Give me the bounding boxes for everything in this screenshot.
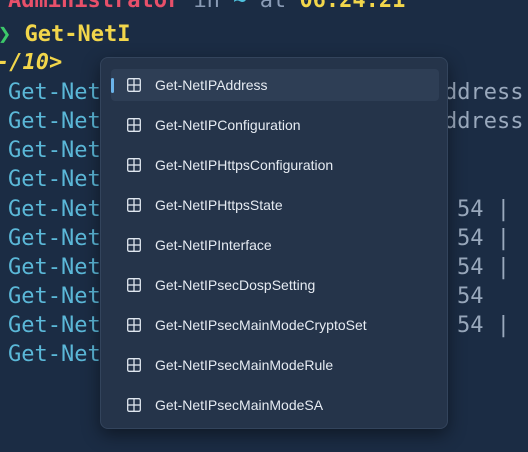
prompt-line: Administrator in ~ at 06:24:21 (8, 0, 405, 15)
function-icon (127, 158, 141, 172)
completion-item-label: Get-NetIPHttpsConfiguration (155, 157, 334, 173)
completion-popup: Get-NetIPAddress Get-NetIPConfiguration … (100, 57, 448, 429)
function-icon (127, 398, 141, 412)
completion-item[interactable]: Get-NetIPHttpsConfiguration (111, 149, 439, 181)
completion-item-label: Get-NetIPsecMainModeSA (155, 397, 324, 413)
prompt-directory: ~ (233, 0, 247, 13)
completion-item-label: Get-NetIPHttpsState (155, 197, 283, 213)
completion-item[interactable]: Get-NetIPsecDospSetting (111, 269, 439, 301)
command-line[interactable]: ❯ Get-NetI (0, 20, 130, 49)
output-row: Get-Net (8, 109, 101, 134)
output-row: Get-Net (8, 255, 101, 280)
selection-accent (111, 78, 114, 93)
completion-item-label: Get-NetIPInterface (155, 237, 272, 253)
completion-item[interactable]: Get-NetIPInterface (111, 229, 439, 261)
output-row: Get-Net (8, 167, 101, 192)
output-row: Get-Net (8, 313, 101, 338)
output-row: Get-Net (8, 138, 101, 163)
completion-item-label: Get-NetIPsecDospSetting (155, 277, 316, 293)
output-row-tail: 54 | (457, 255, 524, 280)
prompt-arrow-icon: ❯ (0, 22, 11, 47)
output-row-tail: 54 | (457, 197, 524, 222)
output-row-tail: ddress (444, 80, 524, 105)
completion-item-label: Get-NetIPAddress (155, 77, 268, 93)
output-row: Get-Net (8, 80, 101, 105)
output-row: Get-Net (8, 284, 101, 309)
prompt-time: 06:24:21 (299, 0, 406, 13)
function-icon (127, 318, 141, 332)
function-icon (127, 358, 141, 372)
function-icon (127, 278, 141, 292)
output-row-tail: 54 | (457, 313, 510, 338)
completion-count: -/10> (0, 50, 63, 75)
prompt-in: in (193, 0, 220, 13)
completion-item[interactable]: Get-NetIPsecMainModeSA (111, 389, 439, 421)
completion-item-label: Get-NetIPConfiguration (155, 117, 301, 133)
completion-item[interactable]: Get-NetIPHttpsState (111, 189, 439, 221)
output-row: Get-Net (8, 197, 101, 222)
output-row: Get-Net (8, 342, 101, 367)
function-icon (127, 78, 141, 92)
output-row-tail: 54 (457, 284, 484, 309)
completion-item-label: Get-NetIPsecMainModeCryptoSet (155, 317, 367, 333)
function-icon (127, 238, 141, 252)
command-input[interactable]: Get-NetI (25, 22, 131, 47)
output-row-tail: 54 | (457, 226, 524, 251)
function-icon (127, 118, 141, 132)
prompt-user: Administrator (8, 0, 181, 13)
output-row: Get-Net (8, 226, 101, 251)
prompt-at: at (259, 0, 287, 13)
completion-item[interactable]: Get-NetIPsecMainModeRule (111, 349, 439, 381)
completion-item[interactable]: Get-NetIPAddress (111, 69, 439, 101)
output-row-tail: ddress (444, 109, 524, 134)
completion-item[interactable]: Get-NetIPsecMainModeCryptoSet (111, 309, 439, 341)
completion-item[interactable]: Get-NetIPConfiguration (111, 109, 439, 141)
function-icon (127, 198, 141, 212)
completion-item-label: Get-NetIPsecMainModeRule (155, 357, 334, 373)
